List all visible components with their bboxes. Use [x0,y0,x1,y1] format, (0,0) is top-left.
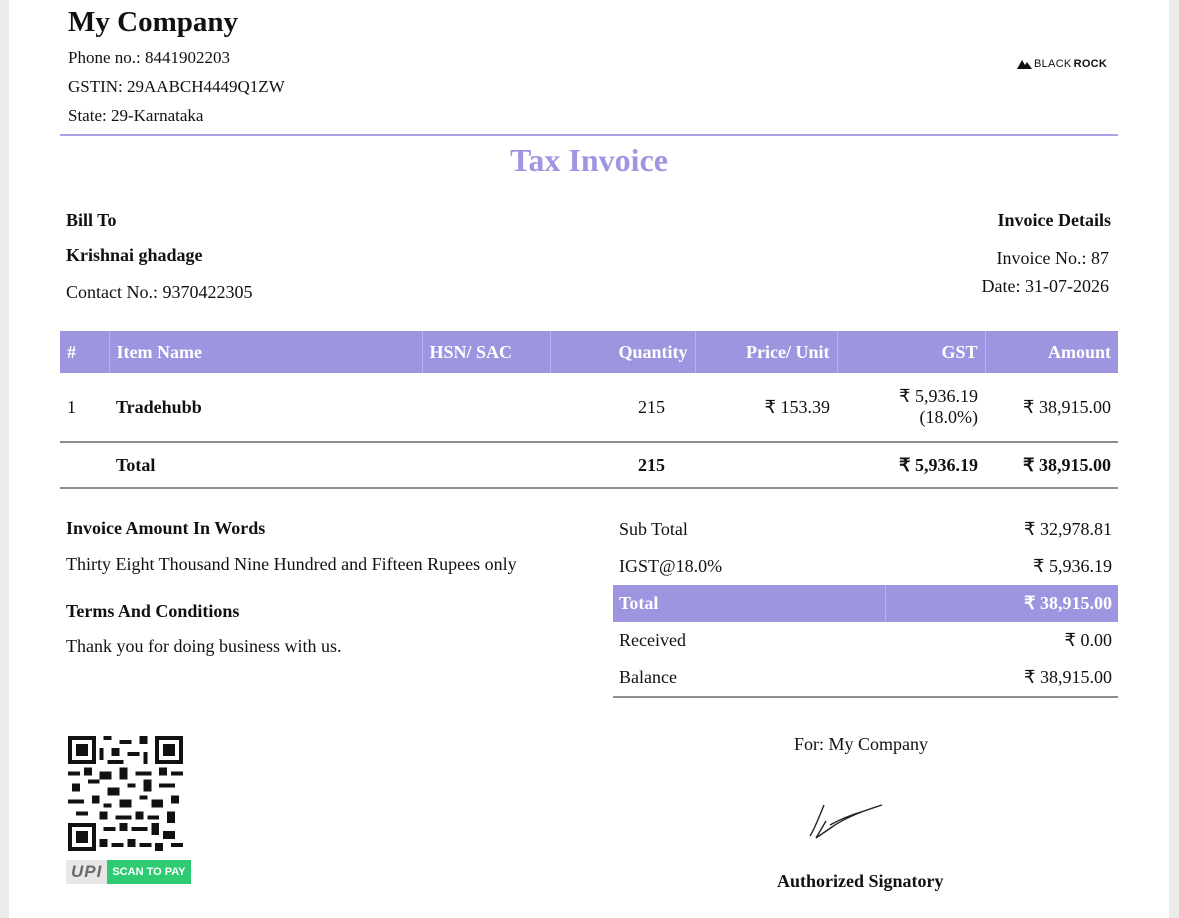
row-gst-amount: ₹ 5,936.19 [899,386,978,406]
igst-label: IGST@18.0% [619,556,723,576]
amount-in-words-text: Thirty Eight Thousand Nine Hundred and F… [66,554,517,574]
received-label: Received [619,630,686,650]
items-table: # Item Name HSN/ SAC Quantity Price/ Uni… [60,331,1118,489]
company-logo: BLACK ROCK [1017,58,1107,70]
invoice-sheet: My Company Phone no.: 8441902203 GSTIN: … [9,0,1169,918]
row-item-name: Tradehubb [109,373,422,443]
summary-row-balance: Balance ₹ 38,915.00 [613,659,1118,698]
row-price: ₹ 153.39 [695,373,837,443]
summary-total-label: Total [613,585,886,622]
terms-text: Thank you for doing business with us. [66,636,342,656]
col-header-hsn: HSN/ SAC [422,331,551,373]
company-state: State: 29-Karnataka [68,106,204,125]
blackrock-logo-icon [1017,60,1032,69]
subtotal-label: Sub Total [619,519,688,539]
header-divider [60,134,1118,136]
company-name: My Company [68,6,238,38]
summary-row-igst: IGST@18.0% ₹ 5,936.19 [613,548,1118,585]
row-gst: ₹ 5,936.19 (18.0%) [837,373,985,443]
authorized-signatory-label: Authorized Signatory [777,871,944,891]
company-gstin: GSTIN: 29AABCH4449Q1ZW [68,77,285,96]
total-amount: ₹ 38,915.00 [985,442,1118,489]
signature-image [809,804,883,839]
row-gst-rate: (18.0%) [919,407,978,427]
terms-heading: Terms And Conditions [66,601,240,621]
col-header-item-name: Item Name [109,331,423,373]
col-header-gst: GST [837,331,986,373]
col-header-price: Price/ Unit [695,331,838,373]
table-total-row: Total 215 ₹ 5,936.19 ₹ 38,915.00 [60,442,1118,489]
upi-scan-badge: UPI SCAN TO PAY [66,860,191,884]
items-table-header: # Item Name HSN/ SAC Quantity Price/ Uni… [60,331,1118,373]
summary-table: Sub Total ₹ 32,978.81 IGST@18.0% ₹ 5,936… [613,511,1118,698]
invoice-date: Date: 31-07-2026 [981,276,1109,296]
col-header-index: # [60,331,110,373]
total-gst: ₹ 5,936.19 [837,442,985,489]
balance-value: ₹ 38,915.00 [885,659,1118,698]
row-quantity: 215 [550,373,695,443]
total-label: Total [109,442,422,489]
table-row: 1 Tradehubb 215 ₹ 153.39 ₹ 5,936.19 (18.… [60,373,1118,443]
row-amount: ₹ 38,915.00 [985,373,1118,443]
total-quantity: 215 [550,442,695,489]
summary-row-total: Total ₹ 38,915.00 [613,585,1118,622]
row-index: 1 [60,373,109,443]
col-header-amount: Amount [985,331,1118,373]
for-company-label: For: My Company [794,734,929,754]
received-value: ₹ 0.00 [1064,630,1112,650]
igst-value: ₹ 5,936.19 [1033,556,1112,576]
logo-text-prefix: BLACK [1034,58,1072,70]
amount-in-words-heading: Invoice Amount In Words [66,518,266,538]
subtotal-value: ₹ 32,978.81 [1024,519,1112,539]
summary-total-value: ₹ 38,915.00 [885,585,1118,622]
company-phone: Phone no.: 8441902203 [68,48,230,67]
col-header-quantity: Quantity [550,331,696,373]
bill-to-heading: Bill To [66,210,117,230]
summary-row-received: Received ₹ 0.00 [613,622,1118,659]
customer-name: Krishnai ghadage [66,245,203,265]
row-hsn [422,373,550,443]
upi-label: UPI [66,860,108,884]
summary-row-subtotal: Sub Total ₹ 32,978.81 [613,511,1118,548]
invoice-number: Invoice No.: 87 [996,248,1109,268]
balance-label: Balance [613,659,886,698]
upi-qr-code-icon[interactable] [68,736,183,851]
customer-contact: Contact No.: 9370422305 [66,282,253,302]
logo-text-suffix: ROCK [1073,58,1108,70]
invoice-title: Tax Invoice [510,142,668,178]
scan-to-pay-label: SCAN TO PAY [107,860,191,884]
invoice-details-heading: Invoice Details [997,210,1111,230]
